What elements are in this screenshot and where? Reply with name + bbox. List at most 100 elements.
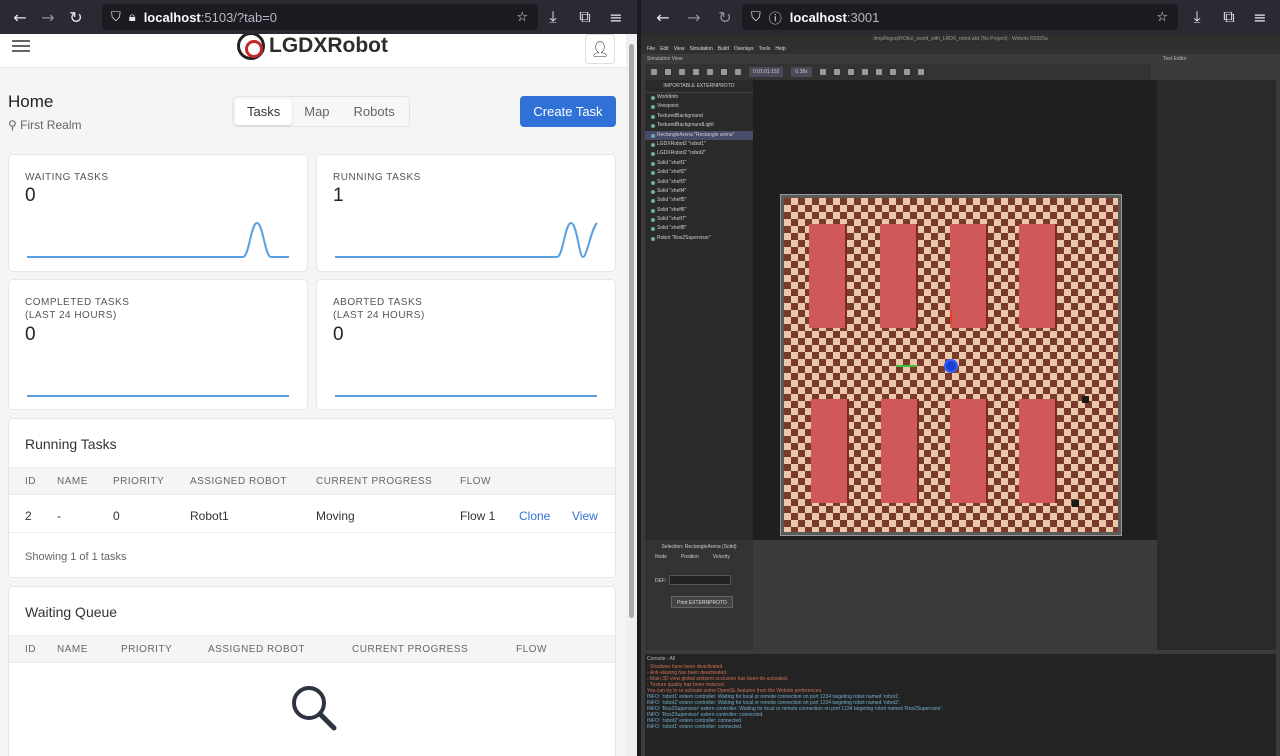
extensions-icon[interactable]: ⧉ [1218,6,1240,28]
menu-overlays[interactable]: Overlays [734,44,754,54]
toolbar-tool-icon[interactable] [679,69,685,75]
url-path: :5103/?tab=0 [200,9,278,25]
browser-toolbar: ← → ↻ ⛉ 🔒︎ localhost:5103/?tab=0 ☆ ⤓ ⧉ ≡ [0,0,637,34]
back-icon[interactable]: ← [652,6,674,28]
record-icon[interactable] [889,69,896,75]
page-scrollbar[interactable] [626,34,637,756]
search-empty-icon [292,686,337,731]
toolbar-tool-icon[interactable] [707,69,713,75]
scene-tree-item[interactable]: WorldInfo [645,93,753,102]
stat-value: 0 [25,185,36,206]
hamburger-icon[interactable] [12,37,30,55]
bookmark-star-icon[interactable]: ☆ [1156,10,1168,25]
rectangle-arena[interactable] [780,194,1122,536]
webots-stream[interactable]: /tmp/lingoq/RObot_world_with_LRDX_robot.… [641,34,1280,756]
tab-robots[interactable]: Robots [342,99,407,125]
reload-icon[interactable]: ↻ [65,6,87,28]
menu-icon[interactable]: ≡ [1249,6,1271,28]
brand-logo[interactable]: LGDXRobot [237,34,388,60]
tab-tasks[interactable]: Tasks [235,98,293,125]
box[interactable] [1082,396,1089,403]
stat-card-completed: COMPLETED TASKS (LAST 24 HOURS) 0 [8,279,308,410]
text-editor-panel[interactable] [1157,80,1276,650]
stat-value: 1 [333,185,344,206]
shelf[interactable] [1019,399,1055,503]
table-header: ID NAME PRIORITY ASSIGNED ROBOT CURRENT … [9,635,615,663]
tab-position[interactable]: Position [681,554,699,560]
shelf[interactable] [809,224,845,328]
url-bar[interactable]: ⛉ 🔒︎ localhost:5103/?tab=0 ☆ [102,4,538,30]
tab-map[interactable]: Map [292,99,341,125]
view-link[interactable]: View [572,509,598,523]
col-id: ID [25,644,36,655]
create-task-button[interactable]: Create Task [520,96,616,127]
extensions-icon[interactable]: ⧉ [574,6,596,28]
scene-tree[interactable]: IMPORTABLE EXTERNPROTO WorldInfo Viewpoin… [645,80,753,540]
download-icon[interactable]: ⤓ [542,6,564,28]
scene-tree-item[interactable]: TexturedBackground [645,112,753,121]
shelf[interactable] [811,399,847,503]
bookmark-star-icon[interactable]: ☆ [516,10,528,25]
menu-edit[interactable]: Edit [660,44,669,54]
menu-tools[interactable]: Tools [759,44,771,54]
shelf[interactable] [881,399,917,503]
scene-tree-item[interactable]: Solid "shelf4" [645,187,753,196]
shelf[interactable] [880,224,916,328]
shelf[interactable] [1019,224,1055,328]
3d-view[interactable] [753,80,1157,540]
robot[interactable] [944,359,958,373]
box[interactable] [1072,500,1079,507]
shelf[interactable] [950,224,986,328]
scene-tree-item[interactable]: Solid "shelf7" [645,215,753,224]
url-bar[interactable]: ⛉ ⓘ localhost:3001 ☆ [742,4,1178,30]
back-icon[interactable]: ← [9,6,31,28]
tab-node[interactable]: Node [655,554,667,560]
menu-simulation[interactable]: Simulation [689,44,712,54]
toolbar-tool-icon[interactable] [665,69,671,75]
scene-tree-item[interactable]: TexturedBackgroundLight [645,121,753,130]
scene-tree-item[interactable]: Solid "shelf3" [645,178,753,187]
forward-icon[interactable]: → [37,6,59,28]
menu-file[interactable]: File [647,44,655,54]
forward-icon[interactable]: → [683,6,705,28]
url-host: localhost [143,9,201,25]
tab-velocity[interactable]: Velocity [713,554,730,560]
shelf[interactable] [950,399,986,503]
scene-tree-item[interactable]: RectangleArena "Rectangle arena" [645,130,753,140]
share-icon[interactable] [917,69,924,75]
scene-tree-item[interactable]: Robot "Ros2Supervisor" [645,234,753,243]
menu-icon[interactable]: ≡ [605,6,627,28]
realm-label: ⚲ First Realm [8,118,81,132]
scene-tree-item[interactable]: Solid "shelf6" [645,206,753,215]
scrollbar-thumb[interactable] [629,44,634,618]
play-controls-icon[interactable] [847,69,854,75]
scene-tree-item[interactable]: Solid "shelf5" [645,196,753,205]
toolbar-tool-icon[interactable] [693,69,699,75]
menu-help[interactable]: Help [775,44,785,54]
brand-name: LGDXRobot [269,34,388,57]
toolbar-tool-icon[interactable] [651,69,657,75]
user-icon[interactable]: 👤︎ [585,34,615,64]
scene-tree-item[interactable]: LGDXRobot2 "robot2" [645,149,753,158]
scene-tree-item[interactable]: Solid "shelf2" [645,168,753,177]
scene-tree-item[interactable]: Viewpoint [645,102,753,111]
play-controls-icon[interactable] [875,69,882,75]
menu-build[interactable]: Build [718,44,729,54]
scene-tree-item[interactable]: LGDXRobot2 "robot1" [645,140,753,149]
menu-view[interactable]: View [674,44,685,54]
play-controls-icon[interactable] [819,69,826,75]
scene-tree-item[interactable]: Solid "shelf1" [645,159,753,168]
console-panel[interactable]: Console - All - Shadows have been deacti… [645,654,1276,756]
clone-link[interactable]: Clone [519,509,550,523]
camera-icon[interactable] [903,69,910,75]
print-externproto-button[interactable]: Print EXTERNPROTO [671,596,733,608]
running-tasks-card: Running Tasks ID NAME PRIORITY ASSIGNED … [8,418,616,578]
play-controls-icon[interactable] [861,69,868,75]
def-input[interactable] [669,575,731,585]
download-icon[interactable]: ⤓ [1186,6,1208,28]
toolbar-tool-icon[interactable] [735,69,741,75]
play-controls-icon[interactable] [833,69,840,75]
reload-icon[interactable]: ↻ [714,6,736,28]
toolbar-tool-icon[interactable] [721,69,727,75]
scene-tree-item[interactable]: Solid "shelf8" [645,224,753,233]
